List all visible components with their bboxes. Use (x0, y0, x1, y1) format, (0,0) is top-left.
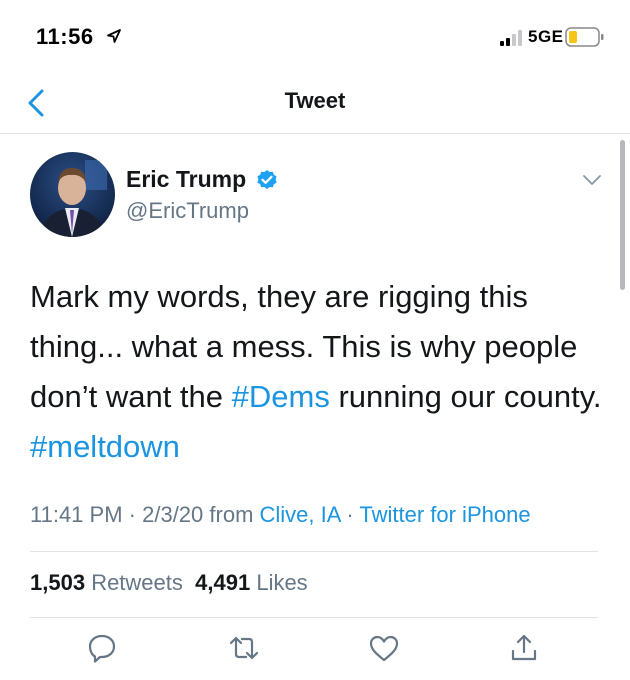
verified-badge-icon (257, 170, 277, 189)
likes-label: Likes (256, 570, 308, 595)
tweet-text-segment: running our county. (329, 379, 602, 414)
tweet-time: 11:41 PM (30, 502, 123, 527)
status-bar: 11:56 5GE (0, 0, 630, 72)
author-display-name[interactable]: Eric Trump (126, 166, 246, 193)
likes-stat[interactable]: 4,491 Likes (195, 570, 308, 595)
location-link[interactable]: Clive, IA (260, 502, 341, 527)
battery-icon (565, 27, 604, 47)
source-link[interactable]: Twitter for iPhone (359, 502, 530, 527)
retweets-stat[interactable]: 1,503 Retweets (30, 570, 183, 595)
reply-icon[interactable] (86, 632, 118, 664)
meta-separator: · (340, 502, 360, 527)
status-time: 11:56 (36, 24, 94, 49)
meta-separator: · (122, 502, 143, 527)
likes-count: 4,491 (195, 570, 251, 595)
tweet-meta: 11:41 PM · 2/3/20 from Clive, IA · Twitt… (30, 502, 620, 528)
hashtag-link[interactable]: #Dems (232, 379, 330, 414)
tweet-text: Mark my words, they are rigging this thi… (30, 272, 610, 472)
retweet-icon[interactable] (228, 632, 260, 664)
author-handle[interactable]: @EricTrump (126, 198, 249, 224)
tweet-date: 2/3/20 (142, 502, 204, 527)
share-icon[interactable] (508, 632, 540, 664)
divider (30, 551, 598, 552)
retweets-label: Retweets (91, 570, 183, 595)
like-icon[interactable] (368, 632, 400, 664)
tweet-stats: 1,503 Retweets 4,491 Likes (30, 570, 308, 596)
avatar[interactable] (30, 152, 115, 237)
divider (30, 617, 598, 618)
signal-icon (500, 30, 522, 46)
scrollbar[interactable] (620, 140, 625, 290)
meta-from-label: from (203, 502, 260, 527)
retweets-count: 1,503 (30, 570, 86, 595)
chevron-down-icon[interactable] (580, 170, 604, 190)
avatar-image (30, 152, 115, 237)
nav-bar: Tweet (0, 72, 630, 134)
location-arrow-icon (107, 29, 121, 43)
network-label: 5GE (528, 27, 564, 46)
hashtag-link[interactable]: #meltdown (30, 429, 180, 464)
page-title: Tweet (284, 88, 346, 113)
